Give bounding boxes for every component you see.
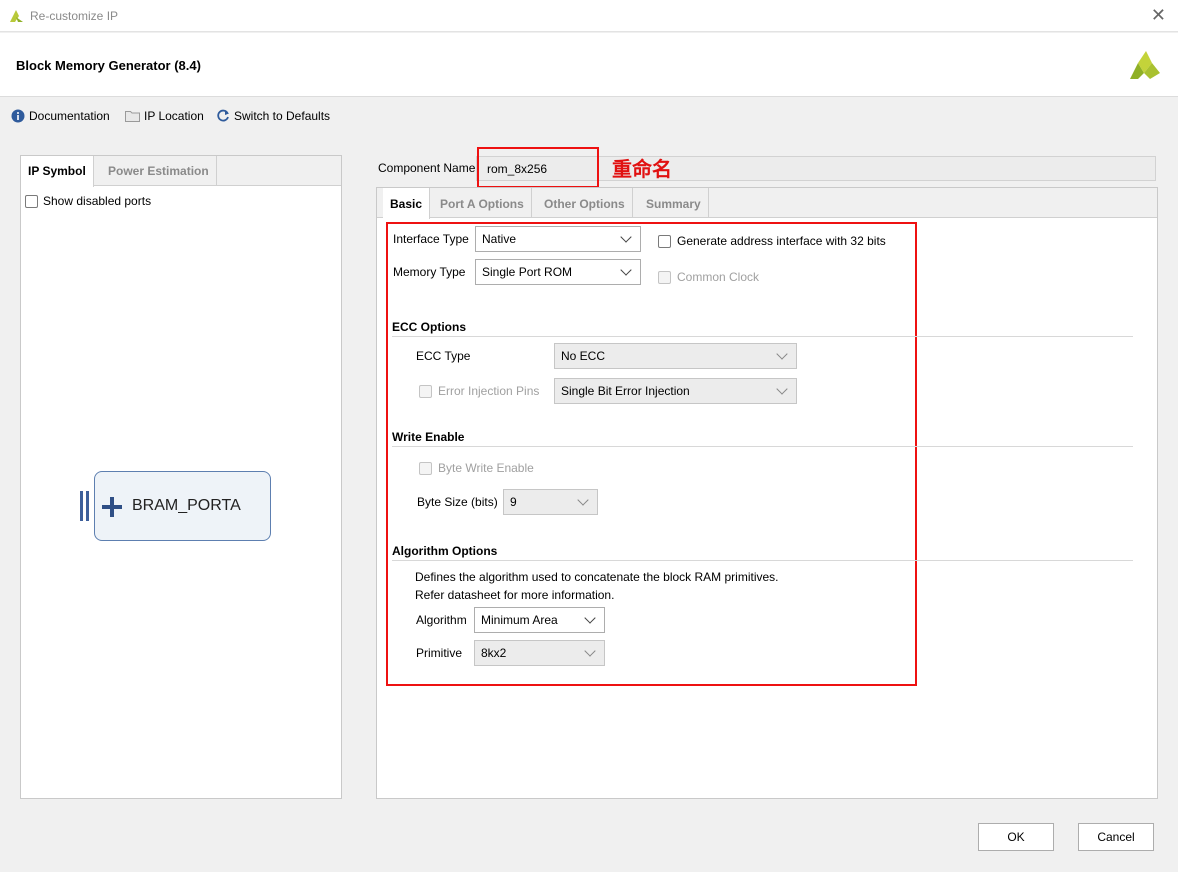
memory-type-label: Memory Type (393, 265, 466, 279)
gen-addr-32-checkbox[interactable] (658, 234, 671, 248)
algorithm-select[interactable]: Minimum Area (474, 607, 605, 633)
byte-size-value: 9 (510, 495, 517, 509)
expand-plus-icon[interactable] (101, 496, 123, 518)
left-tab-bar: IP Symbol Power Estimation (21, 156, 341, 187)
port-bars-icon (80, 491, 92, 521)
ip-location-label: IP Location (144, 109, 204, 123)
error-injection-value: Single Bit Error Injection (561, 384, 690, 398)
algorithm-separator (392, 560, 1133, 561)
show-disabled-ports-row: Show disabled ports (25, 194, 151, 208)
byte-write-enable-row: Byte Write Enable (419, 461, 534, 475)
memory-type-value: Single Port ROM (482, 265, 573, 279)
show-disabled-ports-checkbox[interactable] (25, 194, 38, 208)
ecc-separator (392, 336, 1133, 337)
switch-to-defaults-button[interactable]: Switch to Defaults (216, 109, 330, 123)
algorithm-description-2: Refer datasheet for more information. (415, 588, 615, 602)
error-injection-checkbox[interactable] (419, 384, 432, 398)
ok-button[interactable]: OK (978, 823, 1054, 851)
byte-write-enable-checkbox[interactable] (419, 461, 432, 475)
tab-ip-symbol[interactable]: IP Symbol (21, 156, 94, 187)
bram-porta-label: BRAM_PORTA (132, 497, 241, 514)
error-injection-label: Error Injection Pins (438, 384, 540, 398)
cancel-button[interactable]: Cancel (1078, 823, 1154, 851)
xilinx-logo-icon (1130, 51, 1160, 79)
folder-icon (125, 111, 140, 122)
show-disabled-ports-label: Show disabled ports (43, 194, 152, 208)
algorithm-value: Minimum Area (481, 613, 558, 627)
chevron-down-icon (620, 231, 632, 243)
ecc-type-select[interactable]: No ECC (554, 343, 797, 369)
chevron-down-icon (584, 645, 596, 657)
interface-type-select[interactable]: Native (475, 226, 641, 252)
tab-basic[interactable]: Basic (383, 188, 431, 219)
write-enable-separator (392, 446, 1133, 447)
gen-addr-32-row: Generate address interface with 32 bits (658, 234, 886, 248)
ecc-type-value: No ECC (561, 349, 606, 363)
chevron-down-icon (620, 264, 632, 276)
vivado-logo-icon (10, 10, 23, 22)
memory-type-select[interactable]: Single Port ROM (475, 259, 641, 285)
common-clock-row: Common Clock (658, 270, 759, 284)
left-panel: IP Symbol Power Estimation Show disabled… (20, 155, 342, 799)
common-clock-checkbox[interactable] (658, 270, 671, 284)
byte-size-select[interactable]: 9 (503, 489, 598, 515)
chevron-down-icon (584, 612, 596, 624)
dialog-header: Block Memory Generator (8.4) (0, 33, 1178, 97)
toolbar: Documentation IP Location Switch to Defa… (0, 98, 1178, 138)
chevron-down-icon (776, 348, 788, 360)
ecc-type-label: ECC Type (416, 349, 471, 363)
common-clock-label: Common Clock (677, 270, 760, 284)
write-enable-title: Write Enable (392, 430, 465, 444)
documentation-label: Documentation (29, 109, 110, 123)
interface-type-label: Interface Type (393, 232, 469, 246)
error-injection-select[interactable]: Single Bit Error Injection (554, 378, 797, 404)
tab-power-estimation[interactable]: Power Estimation (101, 156, 217, 186)
primitive-value: 8kx2 (481, 646, 507, 660)
component-name-label: Component Name (378, 161, 476, 175)
tab-summary[interactable]: Summary (639, 188, 709, 218)
ip-location-button[interactable]: IP Location (125, 109, 204, 123)
title-bar: Re-customize IP ✕ (0, 0, 1178, 32)
byte-size-label: Byte Size (bits) (417, 495, 498, 509)
byte-write-enable-label: Byte Write Enable (438, 461, 534, 475)
annotation-highlight-box (477, 147, 599, 188)
interface-type-value: Native (482, 232, 517, 246)
window-title: Re-customize IP (30, 9, 119, 23)
primitive-label: Primitive (416, 646, 463, 660)
algorithm-description-1: Defines the algorithm used to concatenat… (415, 570, 779, 584)
ip-title: Block Memory Generator (8.4) (16, 58, 201, 73)
refresh-icon (217, 109, 229, 122)
ecc-options-title: ECC Options (392, 320, 466, 334)
primitive-select[interactable]: 8kx2 (474, 640, 605, 666)
switch-to-defaults-label: Switch to Defaults (234, 109, 331, 123)
info-icon (11, 109, 25, 123)
error-injection-row: Error Injection Pins (419, 384, 539, 398)
chevron-down-icon (577, 494, 589, 506)
right-tab-bar: Basic Port A Options Other Options Summa… (377, 188, 1157, 219)
annotation-text: 重命名 (612, 157, 672, 181)
chevron-down-icon (776, 383, 788, 395)
algorithm-options-title: Algorithm Options (392, 544, 498, 558)
gen-addr-32-label: Generate address interface with 32 bits (677, 234, 886, 248)
algorithm-label: Algorithm (416, 613, 467, 627)
tab-other-options[interactable]: Other Options (537, 188, 633, 218)
close-icon[interactable]: ✕ (1151, 5, 1166, 26)
documentation-button[interactable]: Documentation (11, 109, 110, 123)
bram-porta-block[interactable]: BRAM_PORTA (94, 471, 271, 541)
tab-port-a-options[interactable]: Port A Options (433, 188, 532, 218)
